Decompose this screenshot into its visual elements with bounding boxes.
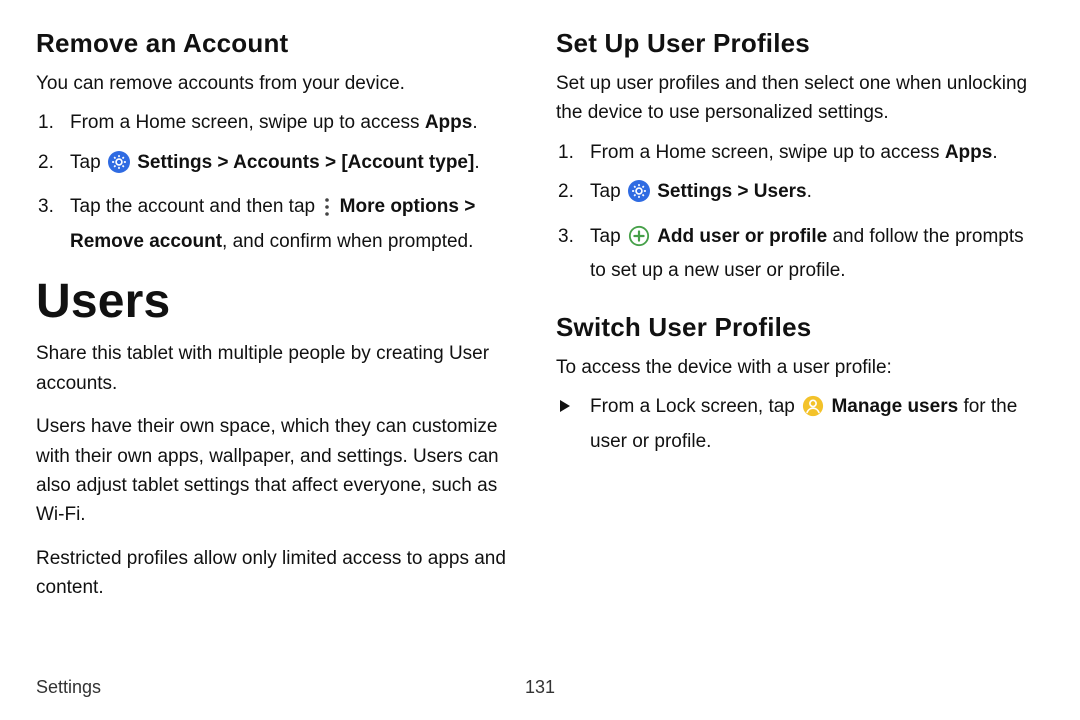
left-column: Remove an Account You can remove account… (36, 28, 524, 613)
setup-step-3: Tap Add user or profile and follow the p… (556, 222, 1044, 286)
step-text: From a Home screen, swipe up to access (70, 112, 425, 133)
users-paragraph-1: Share this tablet with multiple people b… (36, 339, 524, 398)
switch-profiles-intro: To access the device with a user profile… (556, 353, 1044, 382)
page-footer: Settings 131 (36, 677, 1044, 698)
users-paragraph-3: Restricted profiles allow only limited a… (36, 544, 524, 603)
step-text: Tap the account and then tap (70, 196, 320, 217)
setup-step-2: Tap Settings > Users. (556, 177, 1044, 211)
switch-profiles-heading: Switch User Profiles (556, 312, 1044, 343)
setup-profiles-steps: From a Home screen, swipe up to access A… (556, 138, 1044, 286)
remove-account-intro: You can remove accounts from your device… (36, 69, 524, 98)
play-arrow-icon (558, 394, 572, 422)
footer-section-label: Settings (36, 677, 101, 697)
step-text: From a Lock screen, tap (590, 396, 800, 417)
page-columns: Remove an Account You can remove account… (36, 28, 1044, 613)
settings-gear-icon (628, 180, 650, 211)
remove-step-2: Tap Settings > Accounts > [Account type]… (36, 148, 524, 182)
remove-step-1: From a Home screen, swipe up to access A… (36, 108, 524, 137)
step-text: Tap (590, 226, 626, 247)
step-text: . (474, 152, 479, 173)
add-user-label: Add user or profile (657, 226, 827, 247)
settings-users-label: Settings > Users (657, 181, 806, 202)
right-column: Set Up User Profiles Set up user profile… (556, 28, 1044, 613)
setup-step-1: From a Home screen, swipe up to access A… (556, 138, 1044, 167)
user-circle-icon (802, 395, 824, 426)
apps-label: Apps (425, 112, 473, 133)
footer-page-number: 131 (525, 677, 555, 698)
switch-bullet-1: From a Lock screen, tap Manage users for… (556, 392, 1044, 456)
remove-step-3: Tap the account and then tap More option… (36, 192, 524, 256)
manage-users-label: Manage users (831, 396, 958, 417)
step-text: . (992, 142, 997, 163)
settings-gear-icon (108, 151, 130, 182)
step-text: Tap (70, 152, 106, 173)
setup-profiles-heading: Set Up User Profiles (556, 28, 1044, 59)
add-circle-icon (628, 225, 650, 256)
step-text: , and confirm when prompted. (222, 231, 473, 252)
step-text: . (472, 112, 477, 133)
users-heading: Users (36, 274, 524, 329)
settings-path-label: Settings > Accounts > [Account type] (137, 152, 474, 173)
step-text: From a Home screen, swipe up to access (590, 142, 945, 163)
remove-account-heading: Remove an Account (36, 28, 524, 59)
remove-account-steps: From a Home screen, swipe up to access A… (36, 108, 524, 256)
step-text: . (807, 181, 812, 202)
apps-label: Apps (945, 142, 993, 163)
users-paragraph-2: Users have their own space, which they c… (36, 412, 524, 530)
switch-profiles-list: From a Lock screen, tap Manage users for… (556, 392, 1044, 456)
step-text: Tap (590, 181, 626, 202)
setup-profiles-intro: Set up user profiles and then select one… (556, 69, 1044, 128)
more-vertical-icon (322, 197, 332, 226)
